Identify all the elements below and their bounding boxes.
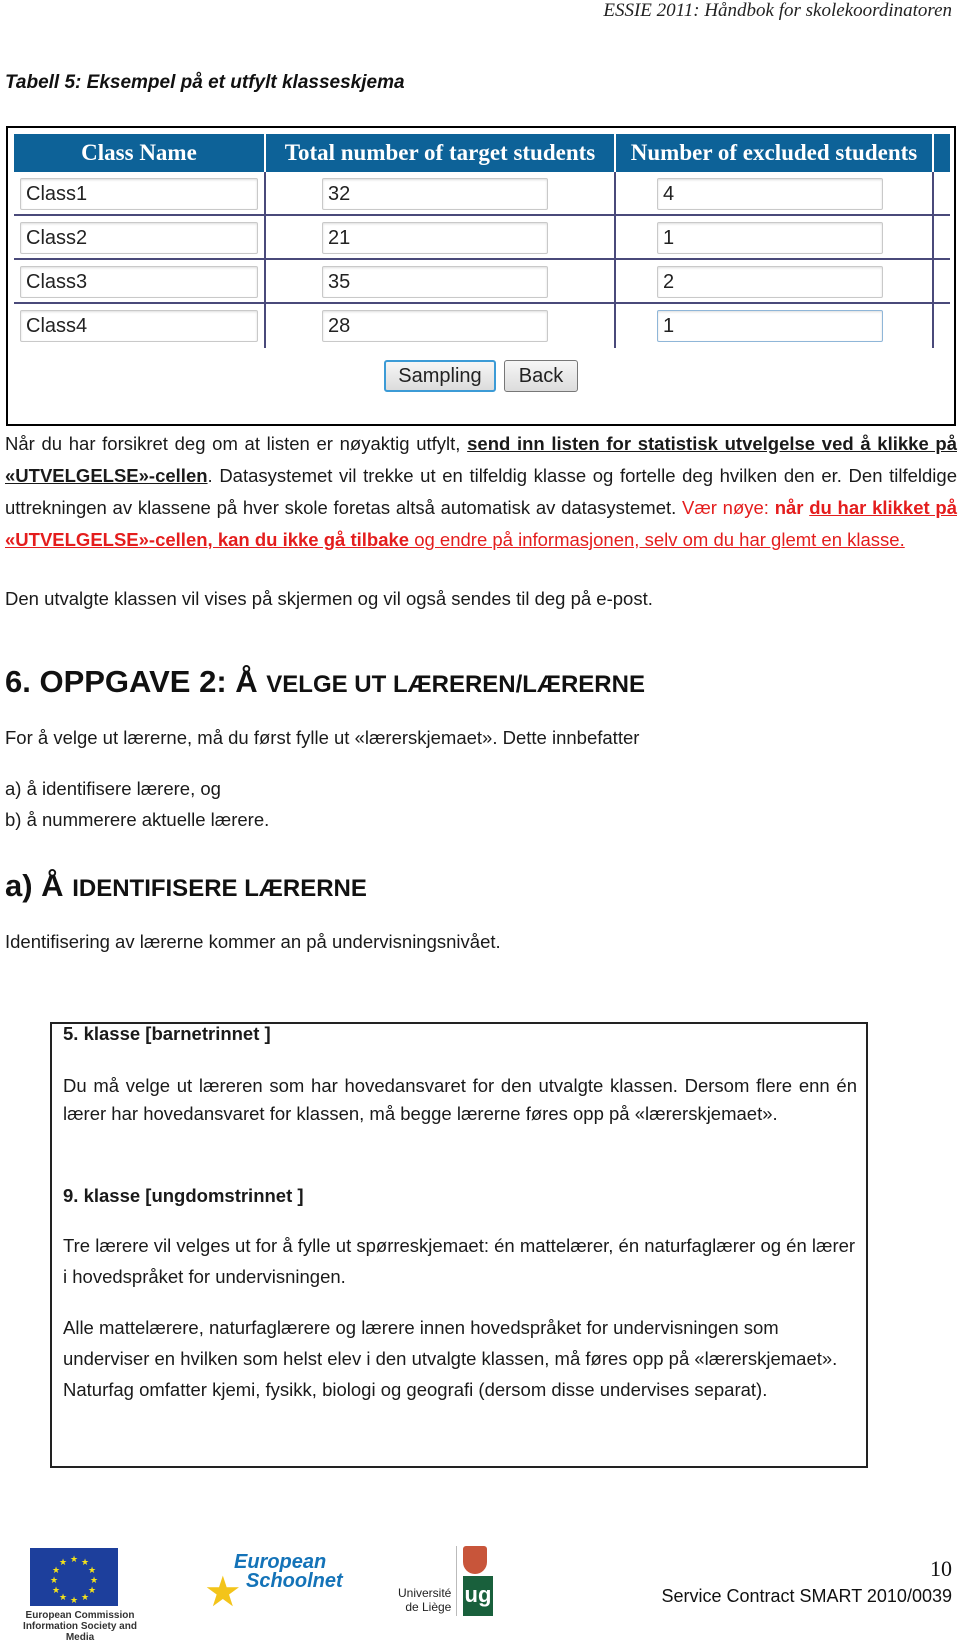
total-students-input[interactable]	[322, 266, 548, 298]
excluded-students-input[interactable]	[657, 178, 883, 210]
total-students-input[interactable]	[322, 310, 548, 342]
grade9-title: 9. klasse [ungdomstrinnet ]	[63, 1185, 304, 1206]
excluded-students-input[interactable]	[657, 310, 883, 342]
contract-label: Service Contract SMART 2010/0039	[661, 1586, 953, 1606]
column-header: Number of excluded students	[614, 134, 932, 172]
class-name-input[interactable]	[20, 310, 258, 342]
grade9-text: Tre lærere vil velges ut for å fylle ut …	[63, 1235, 856, 1287]
sampling-button[interactable]: Sampling	[384, 360, 496, 392]
class-name-input[interactable]	[20, 178, 258, 210]
subsection-heading: a) Å IDENTIFISERE LÆRERNE	[5, 868, 367, 903]
table-row	[14, 260, 950, 304]
table-caption: Tabell 5: Eksempel på et utfylt klassesk…	[5, 72, 405, 93]
table-header-row: Class Name Total number of target studen…	[14, 134, 950, 172]
email-paragraph: Den utvalgte klassen vil vises på skjerm…	[5, 588, 653, 609]
total-students-input[interactable]	[322, 178, 548, 210]
list-item: b) å nummerere aktuelle lærere.	[5, 809, 270, 830]
class-table: Class Name Total number of target studen…	[14, 134, 950, 348]
list-item: a) å identifisere lærere, og	[5, 778, 221, 799]
class-name-input[interactable]	[20, 222, 258, 254]
grade5-title: 5. klasse [barnetrinnet ]	[63, 1023, 271, 1044]
ulg-logo: ug	[456, 1546, 496, 1616]
class-form-screenshot: Class Name Total number of target studen…	[6, 126, 956, 426]
column-header: Total number of target students	[264, 134, 614, 172]
ec-label: European Commission Information Society …	[23, 1610, 137, 1643]
identify-paragraph: Identifisering av lærerne kommer an på u…	[5, 931, 501, 952]
back-button[interactable]: Back	[504, 360, 578, 392]
total-students-input[interactable]	[322, 222, 548, 254]
ulg-label: Université de Liège	[398, 1586, 452, 1614]
instruction-paragraph: Når du har forsikret deg om at listen er…	[5, 433, 957, 550]
table-row	[14, 216, 950, 260]
grade5-text: Du må velge ut læreren som har hovedansv…	[63, 1075, 857, 1124]
section-heading: 6. OPPGAVE 2: Å VELGE UT LÆREREN/LÆRERNE	[5, 664, 645, 699]
form-buttons: Sampling Back	[8, 360, 954, 392]
warning-label: Vær nøye:	[682, 497, 775, 518]
class-name-input[interactable]	[20, 266, 258, 298]
excluded-students-input[interactable]	[657, 266, 883, 298]
table-row	[14, 172, 950, 216]
column-header-spacer	[932, 134, 950, 172]
column-header: Class Name	[14, 134, 264, 172]
european-schoolnet-logo: ★ European Schoolnet	[204, 1551, 343, 1615]
intro-paragraph: For å velge ut lærerne, må du først fyll…	[5, 727, 640, 748]
page-number: 10	[930, 1556, 952, 1581]
grade-info-box: 5. klasse [barnetrinnet ] Du må velge ut…	[50, 1022, 868, 1468]
crest-icon	[463, 1546, 487, 1574]
grade9-text-detail: Alle mattelærere, naturfaglærere og lære…	[63, 1317, 838, 1400]
excluded-students-input[interactable]	[657, 222, 883, 254]
running-header: ESSIE 2011: Håndbok for skolekoordinator…	[603, 0, 952, 21]
table-row	[14, 304, 950, 348]
eu-flag-logo: ★ ★ ★ ★ ★ ★ ★ ★ ★ ★ ★ ★	[30, 1548, 118, 1606]
